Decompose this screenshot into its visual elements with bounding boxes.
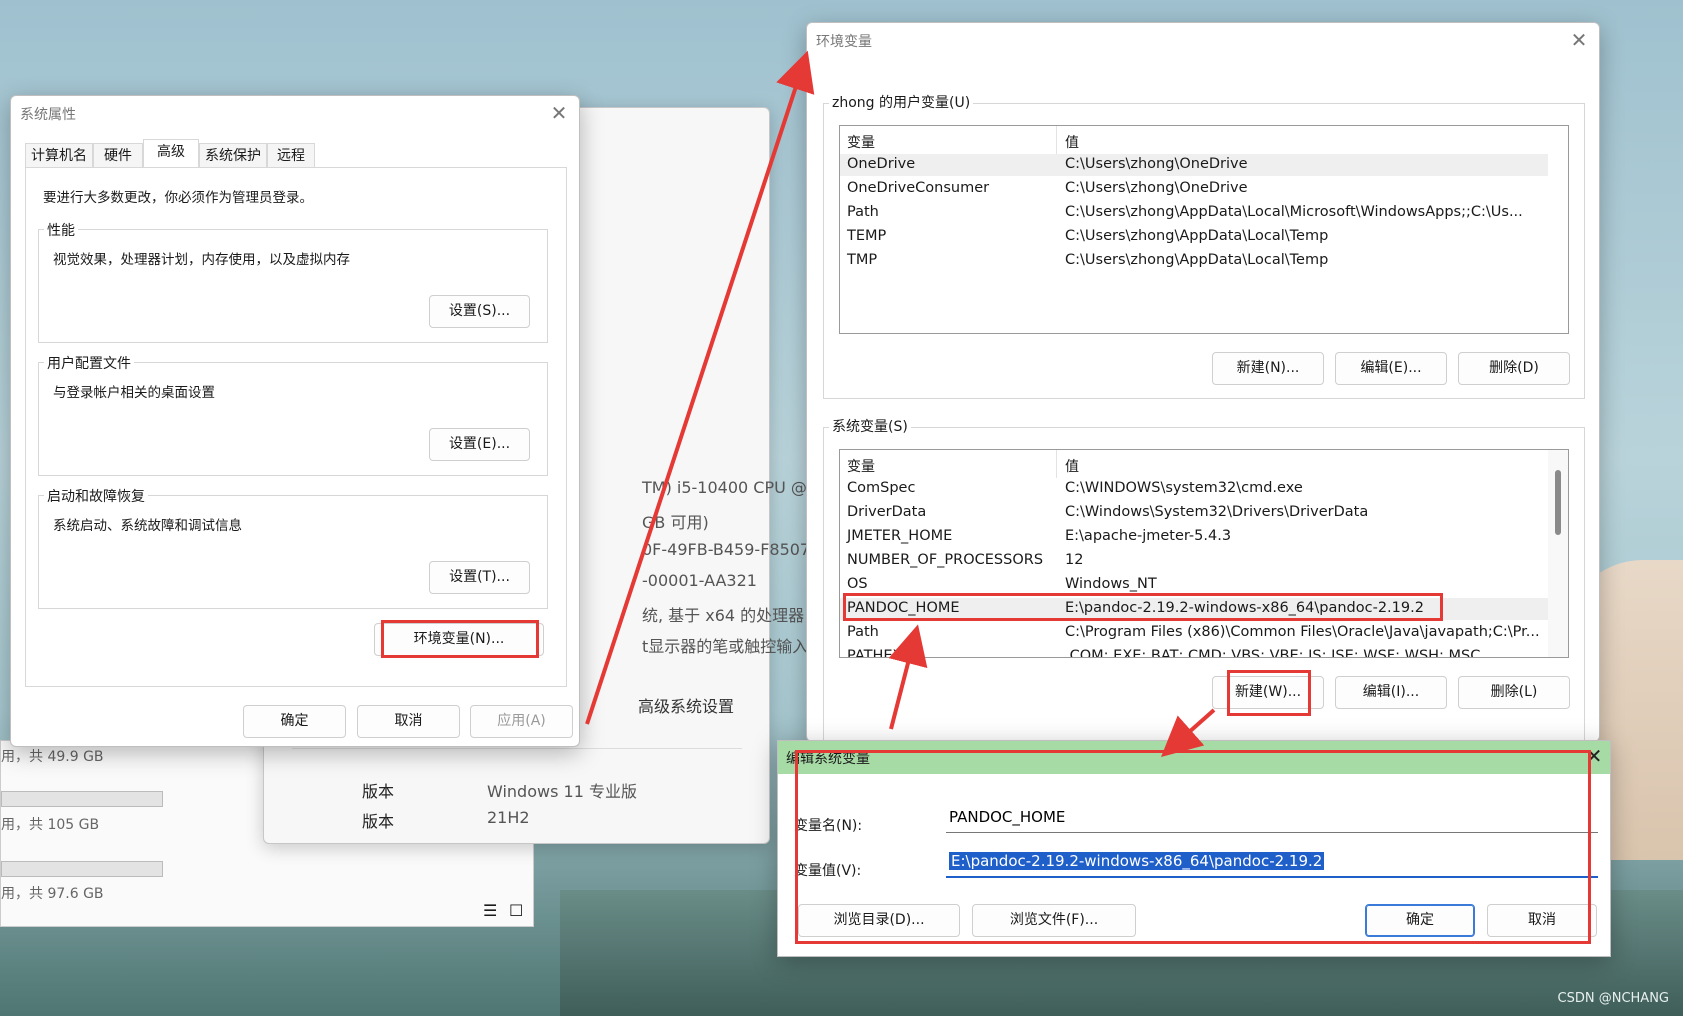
annotation-arrows — [585, 50, 1216, 757]
arrow-to-env-dialog — [585, 50, 815, 725]
arrow-to-pandoc-row — [888, 624, 928, 730]
watermark: CSDN @NCHANG — [1557, 991, 1669, 1006]
arrow-to-edit-dialog — [1161, 708, 1216, 757]
